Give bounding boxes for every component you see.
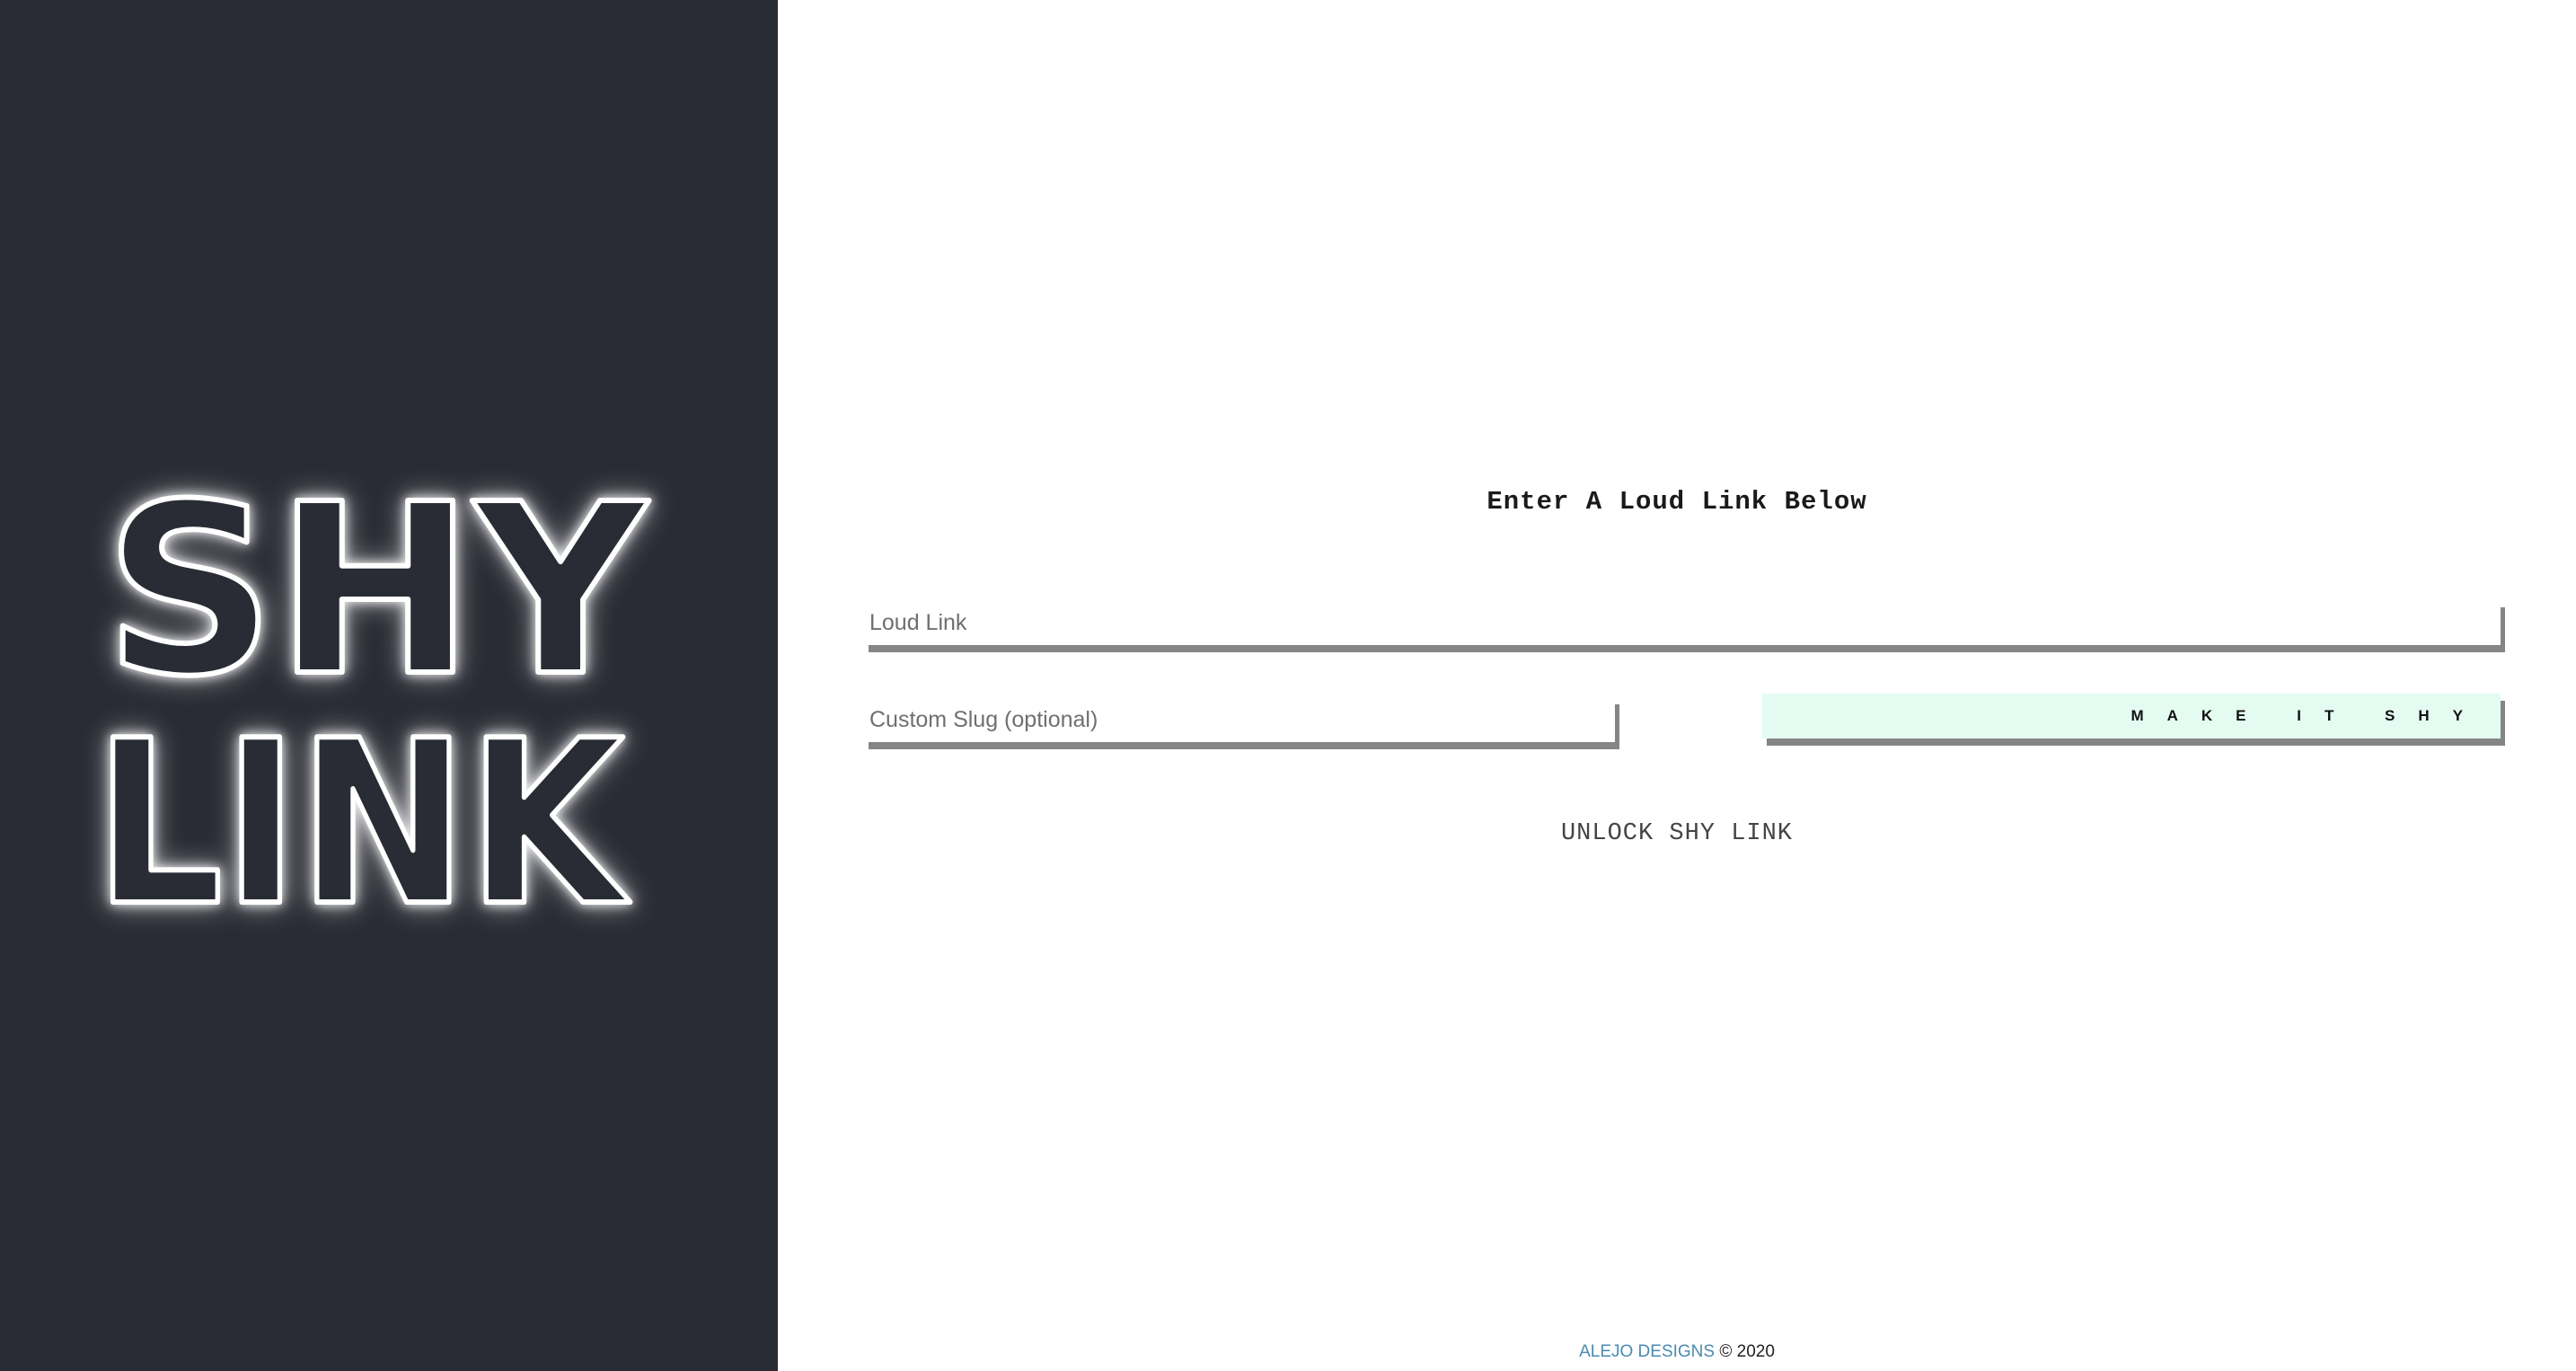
logo-line-shy: SHY [104, 458, 649, 728]
main-panel: Enter A Loud Link Below MAKE IT SHY UNLO… [778, 0, 2576, 1371]
custom-slug-input[interactable] [864, 697, 1615, 742]
loud-link-input[interactable] [864, 600, 2501, 645]
footer: ALEJO DESIGNS © 2020 [778, 1342, 2576, 1362]
logo-line-link: LINK [94, 693, 631, 916]
make-it-shy-button[interactable]: MAKE IT SHY [1762, 694, 2501, 739]
sidebar: SHY LINK [0, 0, 778, 1371]
shy-link-logo: SHY LINK [92, 458, 652, 916]
unlock-shy-link-button[interactable]: UNLOCK SHY LINK [778, 820, 2576, 847]
copyright-text: © 2020 [1719, 1342, 1775, 1361]
form-heading: Enter A Loud Link Below [1486, 487, 1867, 517]
alejo-designs-link[interactable]: ALEJO DESIGNS [1579, 1342, 1715, 1361]
